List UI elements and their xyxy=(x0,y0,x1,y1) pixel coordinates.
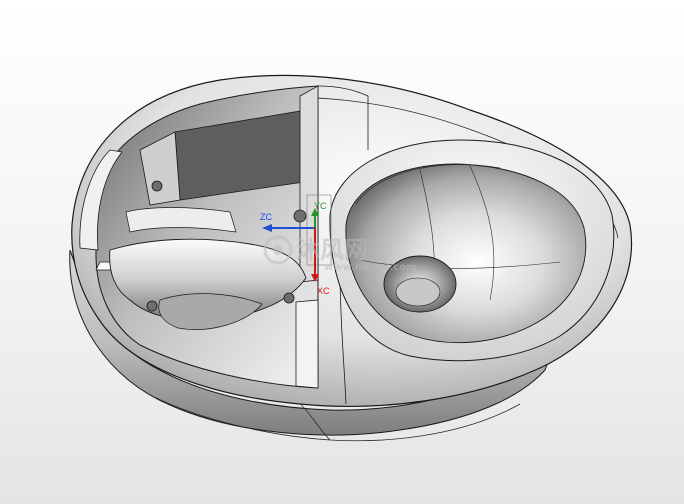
xc-label: XC xyxy=(317,286,330,296)
watermark-url: www.mfcad.com xyxy=(324,262,417,273)
cad-viewport[interactable]: ZC YC XC 沐风网 www.mfcad.com xyxy=(0,0,684,504)
mount-hole[interactable] xyxy=(283,292,295,304)
zc-label: ZC xyxy=(260,212,272,222)
mount-hole[interactable] xyxy=(146,300,158,312)
mount-hole[interactable] xyxy=(151,180,163,192)
mount-hole[interactable] xyxy=(293,209,307,223)
yc-label: YC xyxy=(314,201,327,211)
watermark-logo-text: 沐风网 xyxy=(296,236,368,264)
